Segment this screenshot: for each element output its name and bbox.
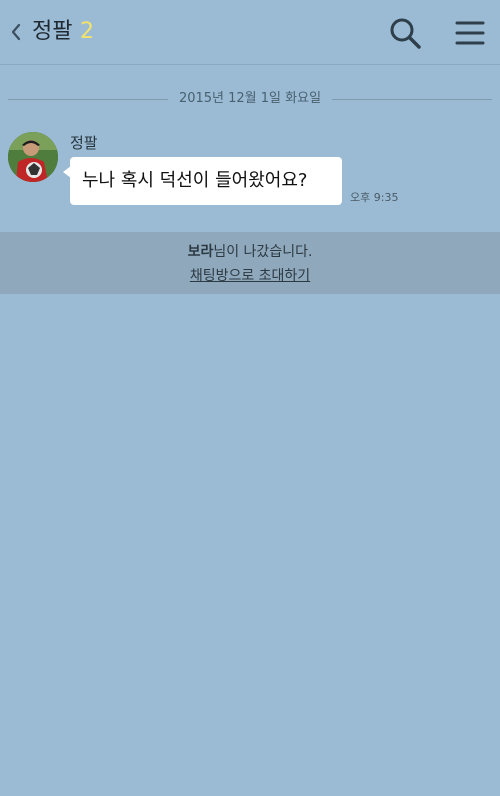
invite-link[interactable]: 채팅방으로 초대하기 (0, 266, 500, 286)
avatar[interactable] (8, 132, 58, 182)
menu-icon (455, 21, 485, 45)
message-bubble[interactable]: 누나 혹시 덕선이 들어왔어요? (70, 157, 342, 205)
chevron-left-icon (11, 23, 21, 41)
avatar-image (8, 132, 58, 182)
sender-name: 정팔 (70, 134, 98, 152)
chat-header: 정팔 2 (0, 0, 500, 65)
notice-text: 님이 나갔습니다. (213, 244, 313, 260)
menu-button[interactable] (454, 16, 486, 50)
leave-notice: 보라님이 나갔습니다. (0, 242, 500, 262)
date-text: 2015년 12월 1일 화요일 (178, 91, 322, 106)
member-count: 2 (80, 19, 94, 44)
chat-room-title: 정팔 (32, 19, 73, 44)
search-button[interactable] (388, 16, 422, 50)
message-time: 오후 9:35 (350, 191, 399, 204)
system-notice: 보라님이 나갔습니다. 채팅방으로 초대하기 (0, 232, 500, 294)
divider (8, 99, 168, 100)
search-icon (390, 18, 421, 49)
date-separator: 2015년 12월 1일 화요일 (8, 88, 492, 110)
notice-user-name: 보라 (187, 244, 214, 260)
divider (332, 99, 492, 100)
back-button[interactable] (6, 18, 26, 46)
